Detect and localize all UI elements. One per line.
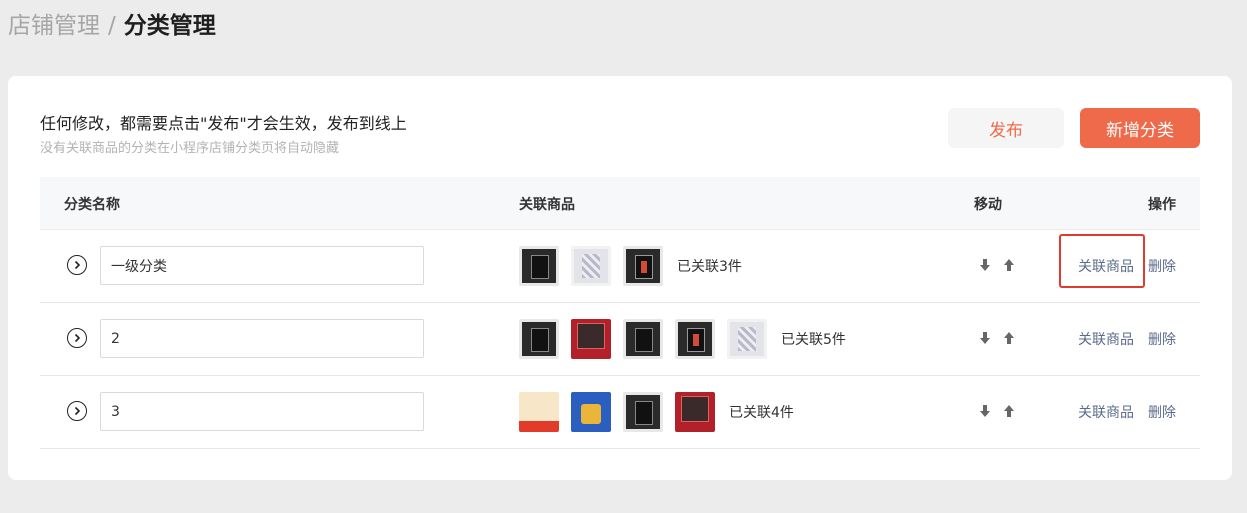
table-body: 已关联3件关联商品删除已关联5件关联商品删除已关联4件关联商品删除 <box>40 230 1200 449</box>
table-row: 已关联5件 关联商品删除 <box>40 303 1200 376</box>
product-thumbnail <box>519 319 559 359</box>
product-thumbnail <box>623 392 663 432</box>
product-thumbnail <box>675 392 715 432</box>
table-row: 已关联4件 关联商品删除 <box>40 376 1200 449</box>
link-goods-button[interactable]: 关联商品 <box>1078 329 1134 349</box>
table-row: 已关联3件 关联商品删除 <box>40 230 1200 303</box>
product-thumbnail <box>571 319 611 359</box>
header-name: 分类名称 <box>64 197 120 213</box>
product-thumbnail <box>519 392 559 432</box>
chevron-right-circle-icon[interactable] <box>67 255 87 275</box>
add-category-button[interactable]: 新增分类 <box>1080 108 1200 148</box>
move-controls <box>978 258 1016 272</box>
table-header: 分类名称 关联商品 移动 操作 <box>40 177 1200 230</box>
link-goods-button[interactable]: 关联商品 <box>1078 256 1134 276</box>
product-thumbnail <box>675 319 715 359</box>
product-thumbnail <box>519 246 559 286</box>
link-goods-button[interactable]: 关联商品 <box>1078 402 1134 422</box>
product-thumbnail <box>623 319 663 359</box>
category-name-input[interactable] <box>100 319 424 358</box>
header-move: 移动 <box>974 197 1002 213</box>
arrow-up-icon[interactable] <box>1002 404 1016 418</box>
arrow-down-icon[interactable] <box>978 258 992 272</box>
linked-count: 已关联3件 <box>677 259 742 275</box>
arrow-down-icon[interactable] <box>978 331 992 345</box>
linked-goods: 已关联3件 <box>519 246 742 286</box>
header-goods: 关联商品 <box>519 197 575 213</box>
category-name-input[interactable] <box>100 392 424 431</box>
linked-goods: 已关联4件 <box>519 392 794 432</box>
delete-button[interactable]: 删除 <box>1148 256 1176 276</box>
product-thumbnail <box>623 246 663 286</box>
notice-title: 任何修改，都需要点击"发布"才会生效，发布到线上 <box>40 114 407 133</box>
delete-button[interactable]: 删除 <box>1148 402 1176 422</box>
category-table: 分类名称 关联商品 移动 操作 已关联3件关联商品删除已关联5件关联商品删除已关… <box>40 177 1200 449</box>
product-thumbnail <box>727 319 767 359</box>
breadcrumb: 店铺管理 / 分类管理 <box>8 10 216 42</box>
category-name-input[interactable] <box>100 246 424 285</box>
chevron-right-circle-icon[interactable] <box>67 328 87 348</box>
product-thumbnail <box>571 246 611 286</box>
arrow-up-icon[interactable] <box>1002 258 1016 272</box>
delete-button[interactable]: 删除 <box>1148 329 1176 349</box>
linked-count: 已关联4件 <box>729 405 794 421</box>
notice-subtitle: 没有关联商品的分类在小程序店铺分类页将自动隐藏 <box>40 141 340 156</box>
linked-goods: 已关联5件 <box>519 319 846 359</box>
product-thumbnail <box>571 392 611 432</box>
breadcrumb-separator: / <box>108 13 116 39</box>
category-card: 任何修改，都需要点击"发布"才会生效，发布到线上 没有关联商品的分类在小程序店铺… <box>8 76 1232 480</box>
move-controls <box>978 404 1016 418</box>
breadcrumb-parent[interactable]: 店铺管理 <box>8 10 100 42</box>
header-operation: 操作 <box>1148 197 1176 213</box>
linked-count: 已关联5件 <box>781 332 846 348</box>
arrow-up-icon[interactable] <box>1002 331 1016 345</box>
publish-button[interactable]: 发布 <box>948 108 1064 148</box>
move-controls <box>978 331 1016 345</box>
chevron-right-circle-icon[interactable] <box>67 401 87 421</box>
page-title: 分类管理 <box>123 13 216 39</box>
arrow-down-icon[interactable] <box>978 404 992 418</box>
